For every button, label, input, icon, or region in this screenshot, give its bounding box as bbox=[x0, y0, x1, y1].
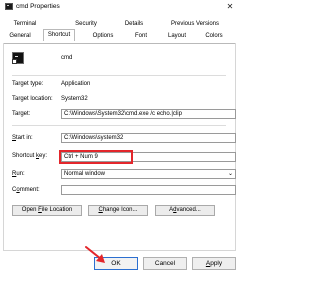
change-icon-button[interactable]: Change Icon... bbox=[88, 205, 148, 216]
chevron-down-icon: ⌄ bbox=[227, 171, 233, 177]
tab-layout[interactable]: Layout bbox=[165, 31, 189, 41]
separator bbox=[12, 75, 226, 76]
cmd-app-icon bbox=[12, 52, 24, 64]
app-name: cmd bbox=[61, 55, 73, 61]
cancel-button[interactable]: Cancel bbox=[143, 257, 187, 270]
close-button[interactable]: ✕ bbox=[225, 2, 235, 11]
run-label: Run: bbox=[12, 171, 25, 177]
window-title: cmd Properties bbox=[16, 3, 60, 10]
red-arrow-annotation bbox=[85, 246, 105, 263]
tab-options[interactable]: Options bbox=[89, 31, 117, 41]
target-label: Target: bbox=[12, 111, 31, 117]
tab-general[interactable]: General bbox=[7, 31, 33, 41]
separator bbox=[12, 125, 226, 126]
tab-previous-versions[interactable]: Previous Versions bbox=[167, 19, 223, 29]
run-select-value: Normal window bbox=[64, 171, 106, 177]
target-location-label: Target location: bbox=[12, 96, 53, 102]
tab-shortcut[interactable]: Shortcut bbox=[43, 29, 75, 41]
tab-details[interactable]: Details bbox=[121, 19, 147, 29]
shortcut-key-label: Shortcut key: bbox=[12, 153, 48, 159]
tab-strip: Terminal Security Details Previous Versi… bbox=[3, 17, 236, 44]
comment-field[interactable] bbox=[61, 185, 236, 195]
shortcut-overlay-icon bbox=[12, 59, 17, 64]
start-in-field[interactable]: C:\Windows\system32 bbox=[61, 133, 236, 143]
cmd-window-icon bbox=[5, 3, 13, 10]
tab-font[interactable]: Font bbox=[131, 31, 151, 41]
run-select[interactable]: Normal window ⌄ bbox=[61, 169, 236, 179]
tab-security[interactable]: Security bbox=[71, 19, 101, 29]
target-location-value: System32 bbox=[61, 96, 88, 102]
advanced-button[interactable]: Advanced... bbox=[155, 205, 215, 216]
tab-terminal[interactable]: Terminal bbox=[11, 19, 39, 29]
title-bar: cmd Properties ✕ bbox=[0, 0, 239, 13]
open-file-location-button[interactable]: Open File Location bbox=[12, 205, 82, 216]
comment-label: Comment: bbox=[12, 187, 40, 193]
target-field[interactable]: C:\Windows\System32\cmd.exe /c echo.|cli… bbox=[61, 109, 236, 119]
start-in-label: Start in: bbox=[12, 135, 33, 141]
target-type-label: Target type: bbox=[12, 81, 44, 87]
apply-button[interactable]: Apply bbox=[192, 257, 236, 270]
target-type-value: Application bbox=[61, 81, 91, 87]
shortcut-key-highlight bbox=[59, 150, 133, 164]
tab-colors[interactable]: Colors bbox=[201, 31, 227, 41]
